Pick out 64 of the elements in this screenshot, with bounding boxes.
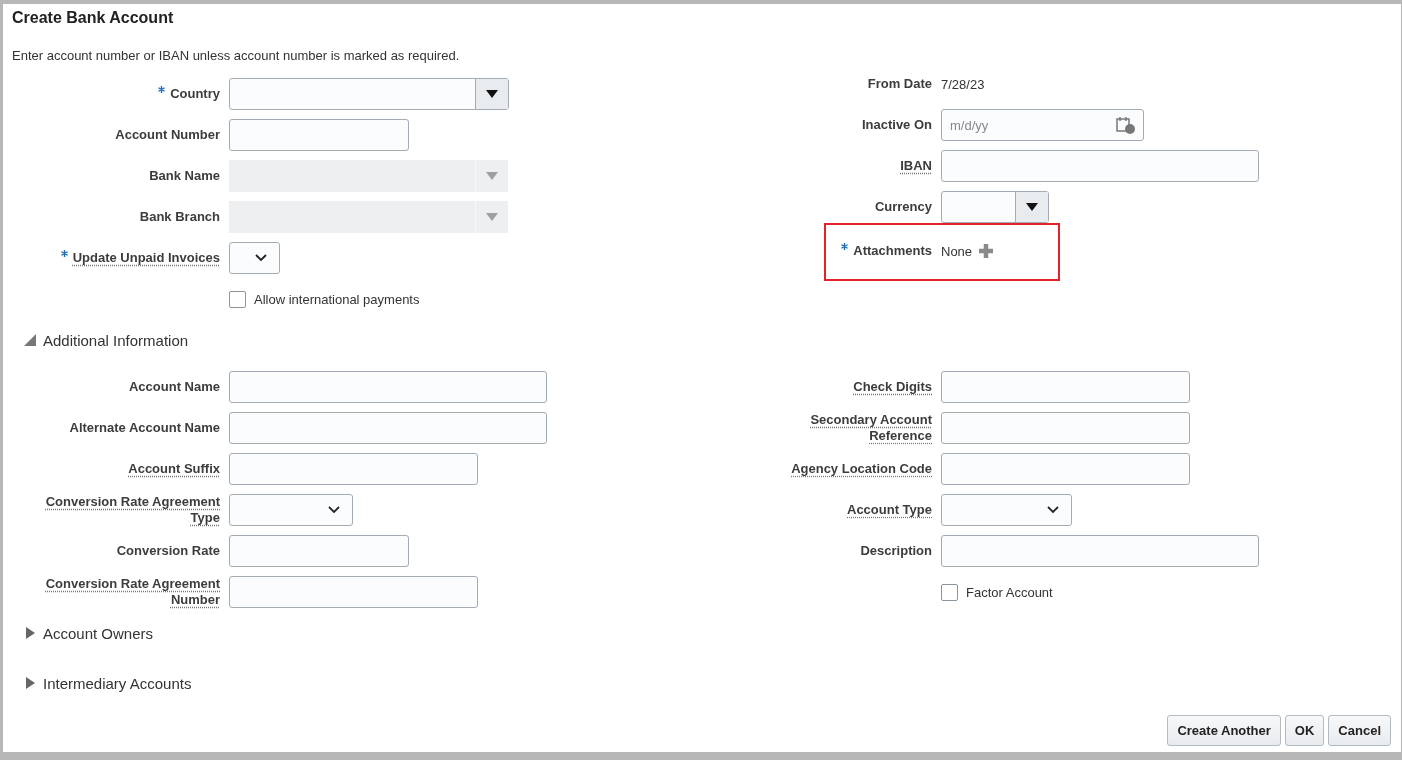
field-label: Conversion Rate bbox=[116, 543, 220, 559]
dropdown-arrow-icon bbox=[486, 213, 498, 221]
field-label: Secondary Account Reference bbox=[809, 412, 932, 444]
field-label: Country bbox=[170, 86, 220, 102]
field-label: From Date bbox=[867, 76, 932, 92]
field-label: Account Number bbox=[115, 127, 220, 143]
dropdown-arrow-icon bbox=[486, 172, 498, 180]
field-label: Conversion Rate Agreement Type bbox=[44, 494, 220, 526]
section-header[interactable]: Intermediary Accounts bbox=[24, 673, 1391, 693]
checkbox[interactable] bbox=[229, 290, 246, 308]
field-label: Conversion Rate Agreement Number bbox=[44, 576, 220, 608]
collapse-icon bbox=[24, 334, 36, 346]
field-label: Account Name bbox=[128, 379, 220, 395]
text-field[interactable] bbox=[229, 576, 478, 608]
expand-icon bbox=[24, 627, 36, 639]
field-label: Account Suffix bbox=[128, 461, 220, 477]
expand-icon bbox=[24, 677, 36, 689]
field-label: Check Digits bbox=[853, 379, 932, 395]
section-header[interactable]: Additional Information bbox=[24, 330, 1391, 350]
dropdown-field[interactable] bbox=[229, 78, 509, 110]
field-value: None bbox=[941, 243, 973, 259]
add-icon[interactable] bbox=[978, 243, 995, 259]
dialog-button[interactable]: Cancel bbox=[1328, 715, 1391, 746]
chevron-down-icon bbox=[1047, 506, 1059, 514]
chevron-down-icon bbox=[255, 254, 267, 262]
dropdown-field[interactable] bbox=[941, 191, 1049, 223]
field-label: Alternate Account Name bbox=[69, 420, 220, 436]
section-header[interactable]: Account Owners bbox=[24, 623, 1391, 643]
field-label: Update Unpaid Invoices bbox=[72, 250, 220, 266]
field-value: 7/28/23 bbox=[941, 76, 985, 92]
text-field[interactable] bbox=[229, 453, 478, 485]
checkbox-label: Factor Account bbox=[966, 584, 1053, 600]
text-field[interactable] bbox=[941, 535, 1259, 567]
dropdown-arrow-icon bbox=[1026, 203, 1038, 211]
field-label: Inactive On bbox=[861, 117, 932, 133]
dropdown-arrow-icon bbox=[486, 90, 498, 98]
field-label: Agency Location Code bbox=[791, 461, 932, 477]
chevron-down-icon bbox=[328, 506, 340, 514]
text-field[interactable] bbox=[941, 150, 1259, 182]
text-field[interactable] bbox=[941, 453, 1190, 485]
field-label: Description bbox=[860, 543, 932, 559]
field-label: Bank Branch bbox=[139, 209, 220, 225]
text-field[interactable] bbox=[229, 371, 547, 403]
dialog-button[interactable]: Create Another bbox=[1167, 715, 1281, 746]
select-field[interactable] bbox=[229, 242, 280, 274]
field-label: Account Type bbox=[847, 502, 932, 518]
date-field[interactable]: m/d/yy bbox=[941, 109, 1144, 141]
field-label: Bank Name bbox=[149, 168, 220, 184]
text-field[interactable] bbox=[229, 119, 409, 151]
field-label: IBAN bbox=[900, 158, 932, 174]
calendar-icon[interactable] bbox=[1116, 116, 1136, 134]
text-field[interactable] bbox=[941, 412, 1190, 444]
dialog-button[interactable]: OK bbox=[1284, 715, 1325, 746]
instruction-text: Enter account number or IBAN unless account number is marked as required. bbox=[12, 48, 461, 64]
text-field[interactable] bbox=[229, 535, 409, 567]
text-field[interactable] bbox=[229, 412, 547, 444]
text-field[interactable] bbox=[941, 371, 1190, 403]
select-field[interactable] bbox=[941, 494, 1072, 526]
select-field[interactable] bbox=[229, 494, 353, 526]
field-label: Attachments bbox=[853, 243, 932, 259]
checkbox[interactable] bbox=[941, 583, 958, 601]
checkbox-label: Allow international payments bbox=[254, 291, 420, 307]
dialog-title: Create Bank Account bbox=[12, 10, 175, 28]
field-label: Currency bbox=[874, 199, 932, 215]
